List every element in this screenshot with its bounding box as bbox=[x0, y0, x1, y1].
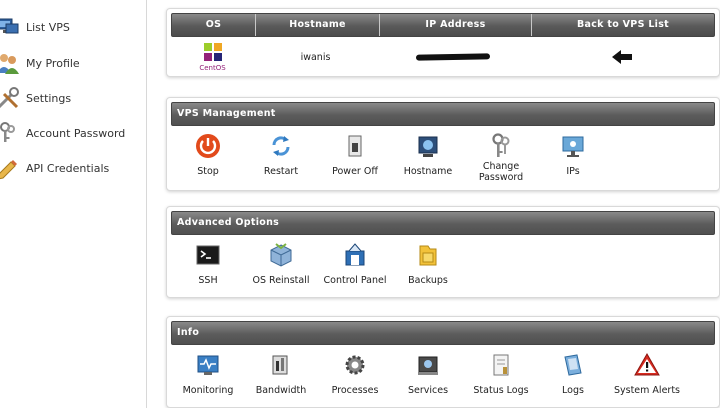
vps-management-title: VPS Management bbox=[171, 102, 715, 126]
server-globe-icon bbox=[418, 136, 438, 157]
power-off-button[interactable]: Power Off bbox=[319, 132, 391, 177]
logs-button[interactable]: Logs bbox=[537, 351, 609, 396]
stop-button[interactable]: Stop bbox=[172, 132, 244, 177]
tool-label: OS Reinstall bbox=[252, 275, 310, 286]
sidebar-item-label: API Credentials bbox=[26, 161, 110, 175]
gear-icon bbox=[345, 355, 365, 375]
tool-label: IPs bbox=[566, 166, 580, 177]
bandwidth-button[interactable]: Bandwidth bbox=[245, 351, 317, 396]
tool-label: Hostname bbox=[403, 166, 453, 177]
processes-button[interactable]: Processes bbox=[319, 351, 391, 396]
hostname-cell: iwanis bbox=[300, 51, 331, 63]
logs-icon bbox=[564, 354, 582, 376]
sidebar-item-label: Settings bbox=[26, 91, 72, 105]
status-logs-button[interactable]: Status Logs bbox=[465, 351, 537, 396]
package-icon bbox=[270, 243, 292, 267]
tool-label: Status Logs bbox=[473, 385, 529, 396]
column-header-hostname: Hostname bbox=[256, 14, 380, 36]
ips-button[interactable]: IPs bbox=[537, 132, 609, 177]
hostname-button[interactable]: Hostname bbox=[392, 132, 464, 177]
sidebar-item-api-credentials[interactable]: API Credentials bbox=[0, 154, 109, 182]
column-header-back: Back to VPS List bbox=[576, 19, 670, 30]
services-icon bbox=[418, 356, 438, 375]
tool-label: System Alerts bbox=[613, 385, 680, 396]
sidebar-item-list-vps[interactable]: List VPS bbox=[0, 13, 70, 41]
folder-backup-icon bbox=[419, 245, 437, 266]
pencil-icon bbox=[0, 160, 17, 180]
sidebar-item-account-password[interactable]: Account Password bbox=[0, 119, 125, 147]
tool-label: Restart bbox=[263, 166, 299, 177]
tool-label: Logs bbox=[562, 385, 584, 396]
system-alerts-button[interactable]: System Alerts bbox=[611, 351, 683, 396]
sidebar-item-my-profile[interactable]: My Profile bbox=[0, 49, 80, 77]
backups-button[interactable]: Backups bbox=[392, 241, 464, 286]
monitor-icon bbox=[0, 18, 19, 34]
sidebar-item-label: My Profile bbox=[26, 56, 80, 70]
services-button[interactable]: Services bbox=[392, 351, 464, 396]
monitoring-button[interactable]: Monitoring bbox=[172, 351, 244, 396]
tool-label: Stop bbox=[197, 166, 219, 177]
table-row: CentOS iwanis bbox=[171, 37, 715, 77]
control-panel-icon bbox=[345, 243, 365, 266]
back-to-list-button[interactable] bbox=[528, 37, 715, 77]
tool-label: Bandwidth bbox=[255, 385, 307, 396]
tool-label: Monitoring bbox=[182, 385, 234, 396]
sidebar: List VPS My Profile Settings Account Pas… bbox=[0, 0, 147, 408]
info-title: Info bbox=[171, 321, 715, 345]
vps-management-panel: VPS Management Stop Restart Power Off Ho… bbox=[166, 97, 720, 191]
power-switch-icon bbox=[348, 135, 362, 157]
tool-label: Change Password bbox=[478, 161, 524, 183]
keys-icon bbox=[0, 122, 15, 142]
tool-label: Control Panel bbox=[323, 275, 387, 286]
warning-triangle-icon bbox=[634, 352, 660, 376]
power-stop-icon bbox=[196, 134, 220, 158]
ssh-button[interactable]: SSH bbox=[172, 241, 244, 286]
tool-label: Processes bbox=[331, 385, 379, 396]
tool-label: Services bbox=[407, 385, 449, 396]
sidebar-item-label: List VPS bbox=[26, 20, 70, 34]
centos-logo-icon bbox=[203, 43, 222, 61]
column-header-ip-address: IP Address bbox=[380, 14, 532, 36]
status-log-icon bbox=[493, 354, 509, 376]
tool-label: Backups bbox=[408, 275, 448, 286]
change-password-button[interactable]: Change Password bbox=[465, 132, 537, 183]
info-panel: Info Monitoring Bandwidth Processes Serv… bbox=[166, 316, 720, 408]
vps-table-header: OS Hostname IP Address Back to VPS List bbox=[171, 13, 715, 37]
users-icon bbox=[0, 54, 19, 74]
ip-address-cell bbox=[377, 37, 528, 77]
arrow-left-icon bbox=[611, 50, 632, 64]
keys-icon bbox=[492, 133, 510, 157]
control-panel-button[interactable]: Control Panel bbox=[319, 241, 391, 286]
advanced-options-panel: Advanced Options SSH OS Reinstall Contro… bbox=[166, 206, 720, 298]
os-logo-text: CentOS bbox=[199, 64, 226, 72]
tools-icon bbox=[0, 87, 19, 109]
restart-arrows-icon bbox=[272, 136, 290, 156]
tool-label: SSH bbox=[198, 275, 218, 286]
sidebar-item-settings[interactable]: Settings bbox=[0, 84, 71, 112]
os-cell: CentOS bbox=[171, 37, 254, 77]
network-monitor-icon bbox=[562, 136, 584, 157]
advanced-options-title: Advanced Options bbox=[171, 211, 715, 235]
bandwidth-meter-icon bbox=[272, 355, 288, 375]
tool-label: Power Off bbox=[332, 166, 378, 177]
column-header-os: OS bbox=[172, 14, 256, 36]
sidebar-item-label: Account Password bbox=[26, 126, 126, 140]
vps-summary-panel: OS Hostname IP Address Back to VPS List … bbox=[166, 8, 720, 77]
monitoring-pulse-icon bbox=[197, 355, 219, 375]
redacted-ip-scribble bbox=[415, 53, 490, 61]
terminal-icon bbox=[196, 245, 220, 265]
os-reinstall-button[interactable]: OS Reinstall bbox=[245, 241, 317, 286]
restart-button[interactable]: Restart bbox=[245, 132, 317, 177]
